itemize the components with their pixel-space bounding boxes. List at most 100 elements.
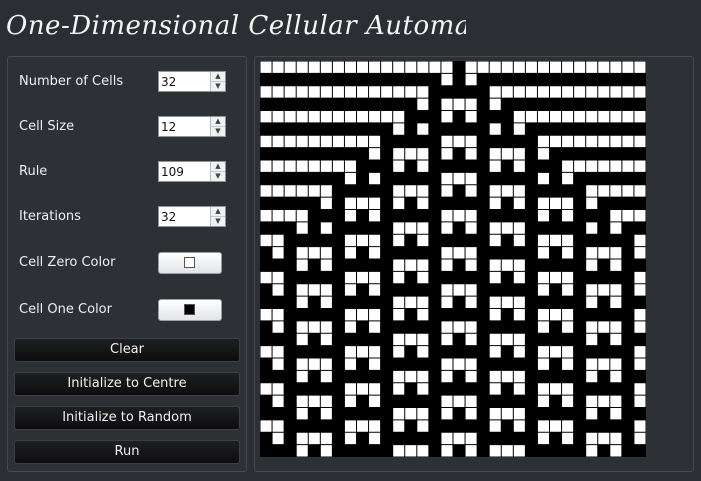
iterations-value[interactable]: 32	[161, 209, 176, 225]
automaton-cell	[489, 185, 501, 197]
rule-stepper[interactable]: ▲ ▼	[210, 162, 225, 181]
automaton-cell	[272, 358, 284, 370]
automaton-cell	[598, 197, 610, 210]
init-centre-button[interactable]: Initialize to Centre	[14, 372, 240, 396]
automaton-cell	[634, 222, 646, 234]
automaton-cell	[610, 309, 622, 321]
automaton-cell	[296, 135, 308, 148]
automaton-cell	[489, 370, 501, 383]
cell-size-value[interactable]: 12	[161, 119, 176, 135]
iterations-stepper[interactable]: ▲ ▼	[210, 207, 225, 226]
automaton-cell	[610, 420, 622, 432]
automaton-cell	[465, 271, 477, 284]
automaton-cell	[284, 123, 296, 135]
chevron-up-icon[interactable]: ▲	[211, 72, 225, 82]
automaton-cell	[429, 185, 441, 197]
automaton-cell	[550, 197, 562, 210]
rule-value[interactable]: 109	[161, 164, 184, 180]
automaton-cell	[453, 358, 465, 370]
automaton-cell	[598, 383, 610, 395]
clear-button[interactable]: Clear	[14, 338, 240, 362]
automaton-cell	[453, 259, 465, 271]
cell-size-stepper[interactable]: ▲ ▼	[210, 117, 225, 136]
automaton-cell	[550, 432, 562, 445]
automaton-cell	[465, 445, 477, 457]
automaton-cell	[441, 86, 453, 98]
automaton-cell	[308, 111, 320, 123]
automaton-cell	[260, 185, 272, 197]
automaton-cell	[537, 61, 549, 73]
cells-stepper[interactable]: ▲ ▼	[210, 72, 225, 91]
automaton-cell	[586, 395, 598, 408]
automaton-cell	[586, 123, 598, 135]
automaton-cell	[393, 370, 405, 383]
automaton-cell	[586, 148, 598, 160]
automaton-cell	[332, 197, 344, 210]
automaton-cell	[610, 86, 622, 98]
init-random-button[interactable]: Initialize to Random	[14, 406, 240, 430]
automaton-cell	[429, 111, 441, 123]
automaton-cell	[622, 445, 634, 457]
iterations-spinbox[interactable]: 32 ▲ ▼	[158, 206, 226, 227]
one-color-button[interactable]	[158, 299, 222, 321]
automaton-cell	[562, 222, 574, 234]
chevron-up-icon[interactable]: ▲	[211, 162, 225, 172]
automaton-cell	[429, 408, 441, 420]
automaton-cell	[550, 148, 562, 160]
automaton-cell	[501, 73, 513, 86]
automaton-cell	[381, 259, 393, 271]
automaton-cell	[501, 346, 513, 358]
automaton-cell	[634, 135, 646, 148]
automaton-cell	[489, 395, 501, 408]
automaton-cell	[332, 185, 344, 197]
automaton-cell	[260, 408, 272, 420]
automaton-cell	[550, 358, 562, 370]
automaton-cell	[525, 61, 537, 73]
automaton-cell	[393, 123, 405, 135]
cells-spinbox[interactable]: 32 ▲ ▼	[158, 71, 226, 92]
automaton-canvas[interactable]	[260, 61, 646, 457]
chevron-up-icon[interactable]: ▲	[211, 117, 225, 127]
automaton-cell	[344, 172, 356, 185]
chevron-down-icon[interactable]: ▼	[211, 82, 225, 91]
automaton-cell	[272, 148, 284, 160]
automaton-cell	[441, 271, 453, 284]
automaton-cell	[513, 309, 525, 321]
chevron-down-icon[interactable]: ▼	[211, 217, 225, 226]
automaton-cell	[574, 111, 586, 123]
automaton-grid[interactable]	[260, 61, 646, 457]
automaton-cell	[332, 210, 344, 222]
automaton-cell	[465, 383, 477, 395]
automaton-cell	[320, 210, 332, 222]
automaton-cell	[550, 73, 562, 86]
zero-color-button[interactable]	[158, 252, 222, 274]
automaton-cell	[405, 358, 417, 370]
run-button[interactable]: Run	[14, 440, 240, 464]
automaton-cell	[369, 370, 381, 383]
automaton-cell	[562, 284, 574, 296]
app-title: One-Dimensional Cellular Automaton	[6, 11, 466, 41]
cells-value[interactable]: 32	[161, 74, 176, 90]
automaton-cell	[598, 148, 610, 160]
automaton-cell	[562, 358, 574, 370]
automaton-cell	[586, 321, 598, 333]
automaton-cell	[598, 333, 610, 346]
chevron-down-icon[interactable]: ▼	[211, 127, 225, 136]
rule-spinbox[interactable]: 109 ▲ ▼	[158, 161, 226, 182]
automaton-cell	[453, 222, 465, 234]
automaton-cell	[465, 309, 477, 321]
automaton-cell	[429, 61, 441, 73]
cell-size-spinbox[interactable]: 12 ▲ ▼	[158, 116, 226, 137]
automaton-cell	[622, 321, 634, 333]
chevron-up-icon[interactable]: ▲	[211, 207, 225, 217]
automaton-cell	[332, 160, 344, 172]
chevron-down-icon[interactable]: ▼	[211, 172, 225, 181]
automaton-cell	[453, 86, 465, 98]
automaton-cell	[344, 61, 356, 73]
automaton-cell	[393, 383, 405, 395]
automaton-cell	[369, 210, 381, 222]
automaton-cell	[610, 370, 622, 383]
automaton-cell	[634, 445, 646, 457]
automaton-cell	[284, 259, 296, 271]
automaton-cell	[357, 259, 369, 271]
